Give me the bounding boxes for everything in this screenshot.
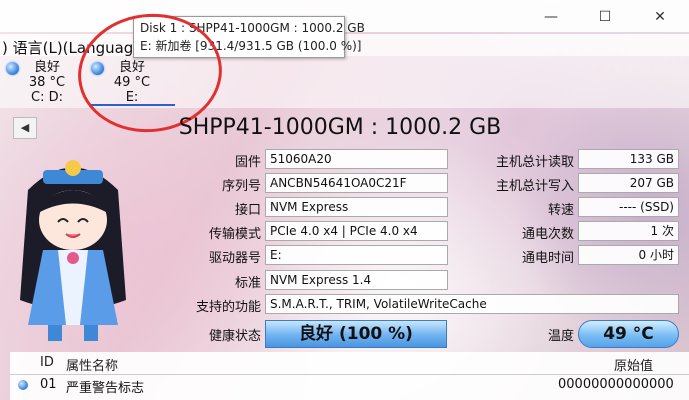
host-writes-label: 主机总计写入: [495, 179, 574, 194]
drive-letter-label: 驱动器号: [208, 251, 261, 266]
firmware-label: 固件: [234, 155, 261, 170]
standard-value: NVM Express 1.4: [265, 270, 448, 290]
health-status-badge[interactable]: 良好 (100 %): [265, 320, 447, 348]
power-on-count-value: 1 次: [578, 221, 679, 241]
drive-model-title: SHPP41-1000GM : 1000.2 GB: [178, 115, 502, 140]
minimize-icon[interactable]: —: [540, 8, 562, 26]
transfer-mode-label: 传输模式: [208, 227, 261, 242]
rotation-rate-label: 转速: [547, 203, 574, 218]
smart-attributes-table: ID 属性名称 原始值 01 严重警告标志 00000000000000: [10, 352, 689, 400]
power-on-hours-label: 通电时间: [521, 251, 574, 266]
host-reads-value: 133 GB: [578, 149, 679, 169]
mascot-illustration: [20, 160, 126, 341]
firmware-value: 51060A20: [265, 149, 448, 169]
drive-letter-value: E:: [265, 245, 448, 265]
close-icon[interactable]: ✕: [649, 8, 671, 26]
power-on-hours-value: 0 小时: [578, 245, 679, 265]
host-writes-value: 207 GB: [578, 173, 679, 193]
row-name[interactable]: 严重警告标志: [66, 377, 144, 396]
health-status-label: 健康状态: [208, 329, 261, 344]
interface-value: NVM Express: [265, 197, 448, 217]
previous-disk-button[interactable]: ◀: [13, 117, 37, 139]
host-reads-label: 主机总计读取: [495, 155, 574, 170]
rotation-rate-value: ---- (SSD): [578, 197, 679, 217]
disk-status: 良好: [33, 60, 60, 75]
disk-letters: C: D:: [31, 90, 63, 105]
column-header-id[interactable]: ID: [40, 355, 54, 370]
row-id[interactable]: 01: [40, 377, 57, 392]
serial-label: 序列号: [221, 179, 261, 194]
row-raw[interactable]: 00000000000000: [558, 377, 674, 392]
standard-label: 标准: [234, 276, 261, 291]
serial-value: ANCBN54641OA0C21F: [265, 173, 448, 193]
maximize-icon[interactable]: ☐: [594, 8, 616, 26]
temperature-badge[interactable]: 49 °C: [578, 320, 679, 348]
status-dot-icon: [18, 380, 28, 390]
disk-button-1[interactable]: 良好 38 °C C: D:: [6, 60, 78, 105]
temperature-label: 温度: [547, 329, 574, 344]
interface-label: 接口: [234, 203, 261, 218]
features-label: 支持的功能: [195, 300, 261, 315]
transfer-mode-value: PCIe 4.0 x4 | PCIe 4.0 x4: [265, 221, 448, 241]
column-header-name[interactable]: 属性名称: [66, 355, 118, 374]
status-dot-icon: [6, 62, 19, 75]
power-on-count-label: 通电次数: [521, 227, 574, 242]
disk-temp: 38 °C: [28, 75, 66, 90]
column-header-raw[interactable]: 原始值: [614, 355, 653, 374]
features-value: S.M.A.R.T., TRIM, VolatileWriteCache: [265, 294, 679, 314]
header-divider: [10, 374, 689, 375]
